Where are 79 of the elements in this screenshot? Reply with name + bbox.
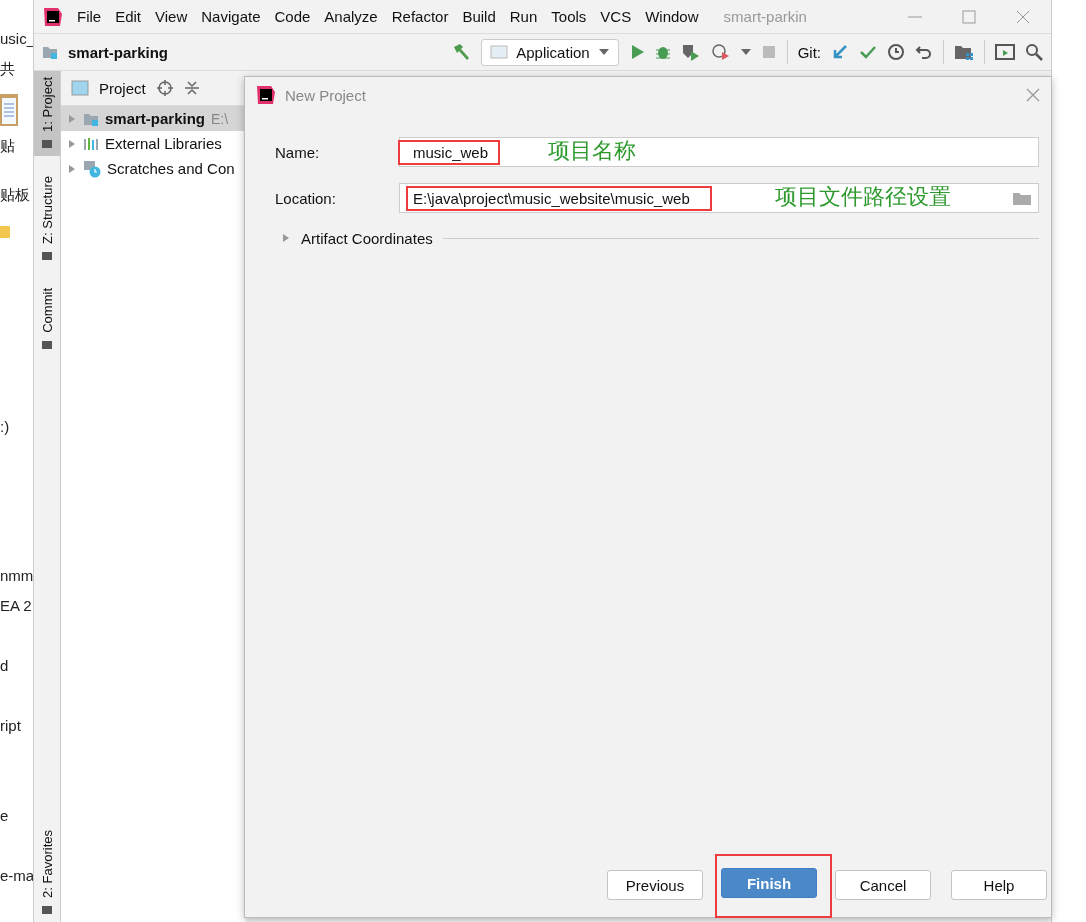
window-text: 贴板	[0, 186, 30, 205]
menu-item[interactable]: File	[70, 8, 109, 25]
folder-icon	[1012, 190, 1032, 206]
tool-window-tab[interactable]: 1: Project	[34, 71, 60, 156]
menu-item[interactable]: View	[148, 8, 195, 25]
folder-grid-icon[interactable]	[954, 43, 974, 61]
app-logo-icon	[255, 84, 277, 106]
target-icon[interactable]	[155, 79, 174, 97]
window-text: 贴	[0, 137, 15, 156]
window-text: e-ma	[0, 867, 34, 884]
menu-item[interactable]: Refactor	[384, 8, 456, 25]
annotation-text: 项目文件路径设置	[775, 185, 951, 209]
menu-item[interactable]: Analyze	[317, 8, 385, 25]
tool-window-tab[interactable]: Z: Structure	[34, 169, 60, 268]
dialog-button[interactable]: Help	[951, 870, 1047, 900]
folder-icon	[42, 44, 58, 60]
clock-icon[interactable]	[887, 43, 905, 61]
window-text: ript	[0, 717, 21, 734]
tool-window-tab[interactable]: Commit	[34, 281, 60, 357]
collapse-icon[interactable]	[183, 80, 200, 96]
dialog-title: New Project	[285, 86, 366, 104]
run-configuration-dropdown[interactable]: Application	[481, 38, 619, 66]
window-icon	[71, 80, 89, 96]
caret-icon	[67, 163, 77, 174]
arrow-icon[interactable]	[831, 43, 849, 61]
close-icon[interactable]	[1015, 8, 1031, 25]
dialog-button[interactable]: Finish	[721, 868, 817, 898]
input-field[interactable]: music_web 项目名称	[399, 137, 1039, 167]
field-label: Name:	[275, 143, 321, 161]
app-logo-icon	[42, 5, 64, 28]
tool-window-icon	[41, 137, 53, 150]
clock-play-icon[interactable]	[710, 43, 731, 61]
git-label: Git:	[797, 43, 821, 61]
menu-item[interactable]: Navigate	[194, 8, 268, 25]
window-text: EA 2	[0, 597, 32, 614]
caret-icon[interactable]	[740, 48, 751, 56]
caret-icon	[597, 48, 610, 56]
caret-icon	[67, 113, 77, 124]
dialog-button[interactable]: Cancel	[835, 870, 931, 900]
window-text: :)	[0, 418, 10, 435]
undo-icon[interactable]	[915, 43, 933, 61]
tool-window-tab[interactable]: 2: Favorites	[34, 824, 60, 922]
input-field[interactable]: E:\java\project\music_website\music_web 项目文件路径设置	[399, 183, 1039, 213]
window-text: 共	[0, 60, 15, 79]
tree-item[interactable]: External Libraries	[61, 131, 245, 156]
caret-icon	[281, 233, 291, 243]
dialog-button[interactable]: Previous	[607, 870, 703, 900]
window-text: nmm	[0, 567, 34, 584]
menu-item[interactable]: Run	[502, 8, 545, 25]
menu-item[interactable]: Code	[267, 8, 318, 25]
annotation-text: 项目名称	[548, 139, 636, 163]
menu-item[interactable]: Window	[638, 8, 706, 25]
bug-icon[interactable]	[654, 44, 671, 60]
window-text: e	[0, 807, 9, 824]
tool-window-icon	[41, 338, 53, 351]
close-icon[interactable]	[1025, 87, 1041, 103]
field-label: Location:	[275, 189, 337, 207]
project-name[interactable]: smart-parking	[68, 43, 169, 61]
tree-item[interactable]: smart-parking E:\	[61, 106, 245, 131]
window-icon	[490, 45, 509, 59]
menu-item[interactable]: Build	[455, 8, 503, 25]
menu-item[interactable]: Tools	[544, 8, 594, 25]
folder-icon	[0, 224, 10, 238]
search-icon[interactable]	[1025, 43, 1043, 61]
panel-title[interactable]: Project	[99, 79, 146, 97]
tool-window-icon	[41, 904, 53, 916]
menu-item[interactable]: Edit	[108, 8, 149, 25]
caret-icon	[67, 138, 77, 149]
shield-play-icon[interactable]	[680, 43, 701, 61]
menu-item[interactable]: VCS	[593, 8, 639, 25]
terminal-icon[interactable]	[995, 43, 1015, 61]
tool-window-icon	[41, 249, 53, 262]
hammer-icon[interactable]	[451, 42, 472, 62]
scratches-icon	[83, 159, 101, 178]
libraries-icon	[83, 135, 99, 152]
window-text: d	[0, 657, 9, 674]
tree-item[interactable]: Scratches and Con	[61, 156, 245, 181]
section-toggle[interactable]: Artifact Coordinates	[301, 229, 433, 247]
window-title: smart-parkin	[723, 8, 807, 25]
